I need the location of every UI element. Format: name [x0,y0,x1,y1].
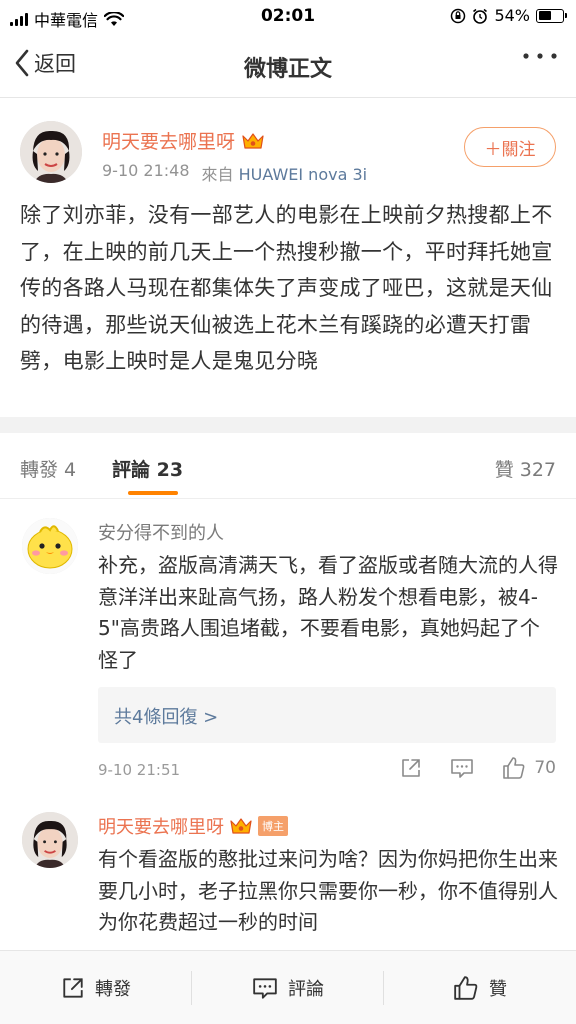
commenter-name-text: 明天要去哪里呀 [98,817,224,838]
post-date: 9-10 21:48 [102,161,190,180]
alarm-icon [473,8,488,24]
comment-label: 評論 [288,978,324,1000]
battery-icon [536,8,567,23]
status-bar: 中華電信 02:01 54% [0,0,576,34]
interaction-tabs: 轉發 4 評論 23 贊 327 [0,433,576,499]
battery-percent: 54% [494,6,530,25]
back-label: 返回 [34,52,76,76]
post-body: 除了刘亦菲，没有一部艺人的电影在上映前夕热搜都上不了，在上映的前几天上一个热搜秒… [20,203,553,373]
commenter-name[interactable]: 明天要去哪里呀 博主 [98,813,288,839]
more-button[interactable] [522,52,558,60]
section-divider [0,417,576,433]
share-icon [63,977,83,998]
rotation-lock-icon [451,8,466,23]
comment-actions: 70 [400,756,556,780]
comment-icon[interactable] [450,757,474,779]
thumbs-up-icon [503,757,525,779]
comment-text: 有个看盗版的憨批过来问为啥？因为你妈把你生出来要几小时，老子拉黑你只需要你一秒，… [98,847,558,934]
blogger-badge: 博主 [258,816,288,836]
page-title: 微博正文 [243,57,332,82]
repost-button[interactable]: 轉發 [0,951,192,1024]
back-button[interactable]: 返回 [14,48,76,78]
comment-text: 补充，盗版高清满天飞，看了盗版或者随大流的人得意洋洋出来趾高气扬，路人粉发个想看… [98,553,558,672]
commenter-avatar[interactable] [22,812,78,868]
view-replies-link[interactable]: 共4條回復 > [114,703,218,729]
commenter-name[interactable]: 安分得不到的人 [98,519,224,545]
comment-like-button[interactable]: 70 [502,756,556,780]
device-link[interactable]: HUAWEI nova 3i [239,165,367,184]
more-dots-icon [523,53,557,59]
comment-like-count: 70 [534,758,556,778]
status-right: 54% [450,6,567,25]
bottom-action-bar: 轉發 評論 贊 [0,950,576,1024]
repost-label: 轉發 [95,978,131,1000]
like-label: 贊 [489,978,507,1000]
tab-repost[interactable]: 轉發 4 [20,455,76,482]
source-prefix: 來自 [201,165,234,184]
like-button[interactable]: 贊 [384,951,576,1024]
author-avatar[interactable] [20,121,82,183]
author-name[interactable]: 明天要去哪里呀 [102,127,265,154]
tab-comment[interactable]: 評論 23 [112,455,183,482]
thumbs-up-icon [454,975,478,1000]
comment-time: 9-10 21:51 [98,761,181,779]
follow-button[interactable]: ＋關注 [464,127,556,167]
share-icon[interactable] [400,757,422,779]
tab-active-indicator [128,491,178,495]
replies-box[interactable]: 共4條回復 > [98,687,556,743]
nav-bar: 返回 微博正文 [0,34,576,98]
author-name-text: 明天要去哪里呀 [102,131,236,153]
comment-icon [253,977,277,999]
crown-vip-icon [230,818,252,834]
commenter-avatar[interactable] [22,518,78,574]
crown-vip-icon [242,132,264,149]
tab-like[interactable]: 贊 327 [495,455,556,482]
comment-button[interactable]: 評論 [192,951,384,1024]
post-meta: 9-10 21:48 來自 HUAWEI nova 3i [102,161,367,185]
back-chevron-icon [15,49,29,77]
